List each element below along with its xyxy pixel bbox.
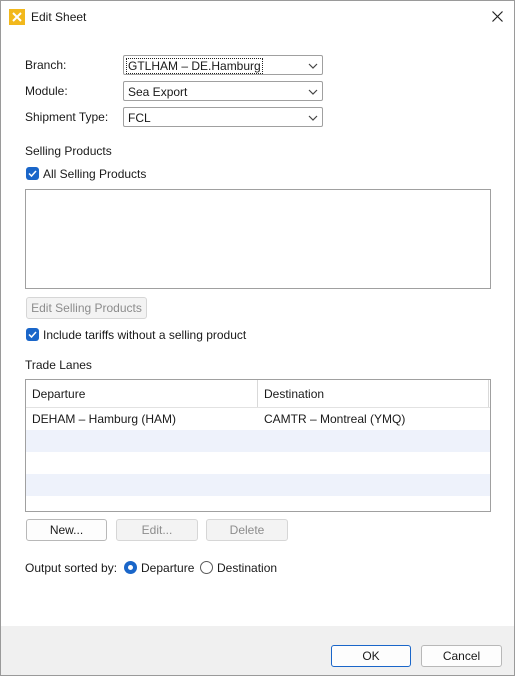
branch-label: Branch:	[25, 58, 67, 72]
all-selling-products-checkbox[interactable]	[26, 167, 39, 180]
table-header: Departure Destination	[26, 380, 490, 408]
include-tariffs-checkbox[interactable]	[26, 328, 39, 341]
include-tariffs-label: Include tariffs without a selling produc…	[43, 328, 247, 342]
column-header-destination[interactable]: Destination	[264, 380, 324, 407]
output-sorted-label: Output sorted by:	[25, 561, 118, 575]
sort-departure-label[interactable]: Departure	[141, 561, 194, 575]
shipment-type-select[interactable]: FCL	[123, 107, 323, 127]
selling-products-list[interactable]	[25, 189, 491, 289]
module-select[interactable]: Sea Export	[123, 81, 323, 101]
edit-sheet-dialog: Edit Sheet Branch: GTLHAM – DE.Hamburg M…	[0, 0, 515, 676]
checkmark-icon	[28, 170, 37, 178]
selling-products-heading: Selling Products	[25, 144, 112, 158]
sort-destination-radio[interactable]	[200, 561, 213, 574]
ok-button[interactable]: OK	[331, 645, 411, 667]
branch-value: GTLHAM – DE.Hamburg	[126, 58, 263, 74]
trade-lanes-table[interactable]: Departure Destination DEHAM – Hamburg (H…	[25, 379, 491, 512]
departure-cell: DEHAM – Hamburg (HAM)	[32, 412, 177, 426]
app-logo-icon	[9, 9, 25, 25]
cancel-button[interactable]: Cancel	[421, 645, 502, 667]
checkmark-icon	[28, 331, 37, 339]
column-header-departure[interactable]: Departure	[32, 380, 85, 407]
table-row-empty	[26, 430, 490, 452]
all-selling-products-label: All Selling Products	[43, 167, 147, 181]
edit-selling-products-button[interactable]: Edit Selling Products	[26, 297, 147, 319]
chevron-down-icon	[308, 63, 318, 69]
edit-trade-lane-button[interactable]: Edit...	[116, 519, 198, 541]
close-button[interactable]	[480, 1, 514, 32]
destination-cell: CAMTR – Montreal (YMQ)	[264, 412, 406, 426]
table-row-empty	[26, 452, 490, 474]
chevron-down-icon	[308, 115, 318, 121]
delete-trade-lane-button[interactable]: Delete	[206, 519, 288, 541]
shipment-type-value: FCL	[128, 111, 151, 125]
table-row[interactable]: DEHAM – Hamburg (HAM) CAMTR – Montreal (…	[26, 408, 490, 430]
dialog-footer: OK Cancel	[1, 626, 514, 675]
chevron-down-icon	[308, 89, 318, 95]
module-label: Module:	[25, 84, 68, 98]
column-separator[interactable]	[488, 380, 489, 407]
sort-departure-radio[interactable]	[124, 561, 137, 574]
branch-select[interactable]: GTLHAM – DE.Hamburg	[123, 55, 323, 75]
sort-destination-label[interactable]: Destination	[217, 561, 277, 575]
trade-lanes-heading: Trade Lanes	[25, 358, 92, 372]
shipment-type-label: Shipment Type:	[25, 110, 109, 124]
window-title: Edit Sheet	[31, 10, 87, 24]
table-row-empty	[26, 474, 490, 496]
new-trade-lane-button[interactable]: New...	[26, 519, 107, 541]
column-separator[interactable]	[257, 380, 258, 407]
module-value: Sea Export	[128, 85, 188, 99]
title-bar: Edit Sheet	[1, 1, 514, 32]
close-icon	[492, 11, 503, 22]
